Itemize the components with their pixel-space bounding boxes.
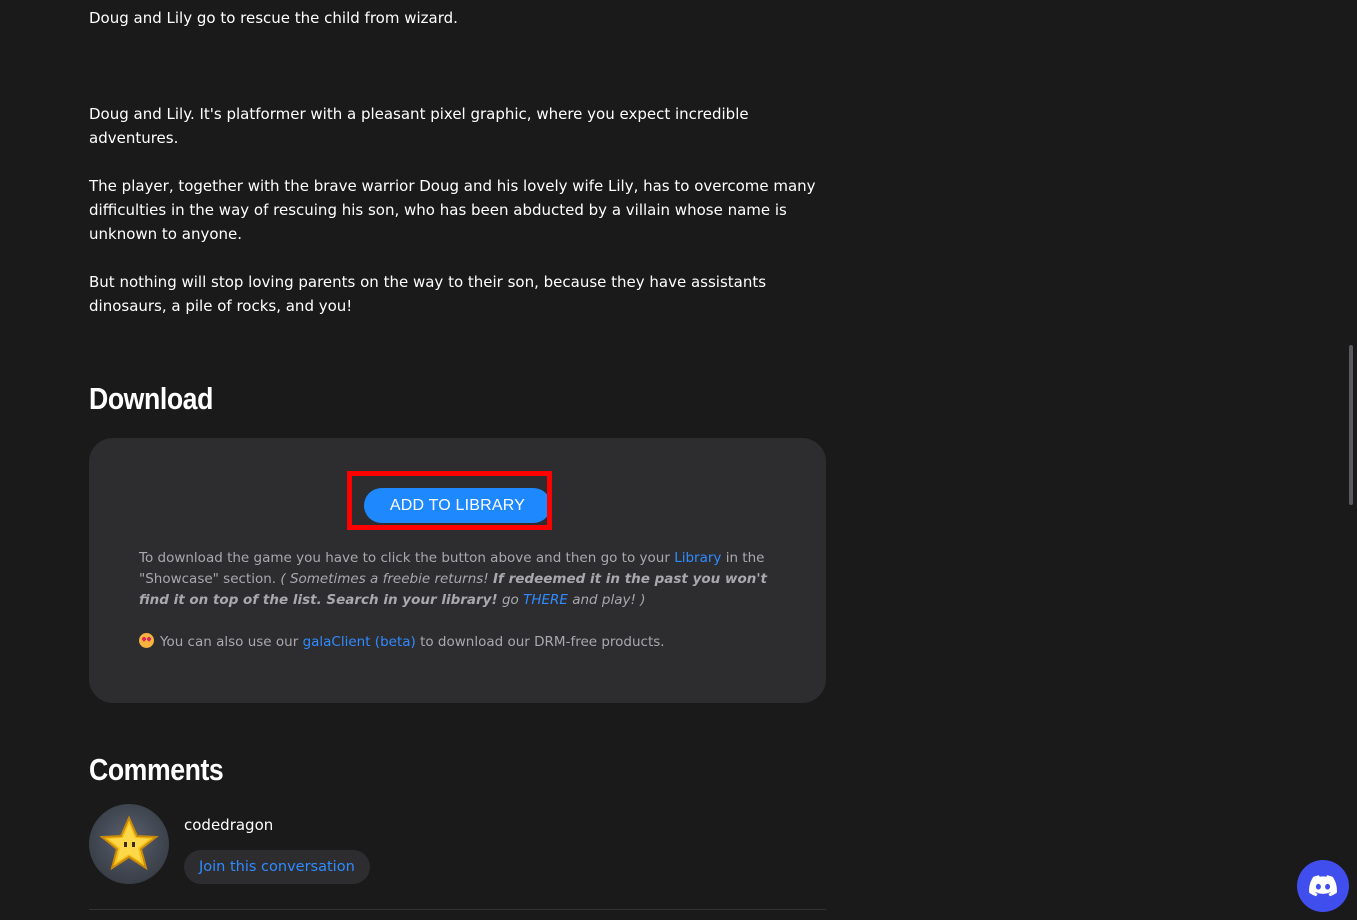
comment-username: codedragon — [184, 816, 274, 834]
join-conversation-button[interactable]: Join this conversation — [184, 850, 370, 884]
comments-heading: Comments — [89, 752, 224, 787]
comment-composer: codedragon Join this conversation — [89, 804, 826, 884]
download-heading: Download — [89, 381, 213, 416]
download-panel: ADD TO LIBRARY To download the game you … — [89, 438, 826, 703]
description-intro: Doug and Lily go to rescue the child fro… — [89, 9, 458, 27]
discord-button[interactable] — [1297, 860, 1349, 912]
description-paragraph: But nothing will stop loving parents on … — [89, 273, 767, 315]
client-info: You can also use our galaClient (beta) t… — [139, 632, 779, 653]
download-instructions: To download the game you have to click t… — [139, 548, 779, 611]
client-text: to download our DRM-free products. — [420, 634, 665, 650]
divider — [89, 909, 826, 910]
there-link[interactable]: THERE — [523, 592, 568, 608]
highlight-annotation-box — [347, 471, 552, 530]
instructions-text: To download the game you have to click t… — [139, 550, 670, 566]
instructions-note: and play! ) — [572, 592, 646, 608]
avatar[interactable] — [89, 804, 169, 884]
client-text: You can also use our — [160, 634, 299, 650]
instructions-note: go — [501, 592, 519, 608]
library-link[interactable]: Library — [674, 550, 721, 566]
game-page: Doug and Lily go to rescue the child fro… — [0, 0, 1357, 920]
description-paragraph: The player, together with the brave warr… — [89, 177, 816, 243]
scrollbar-thumb[interactable] — [1349, 345, 1353, 505]
instructions-note: ( Sometimes a freebie returns! — [280, 571, 489, 587]
discord-icon — [1309, 875, 1337, 897]
description-paragraph: Doug and Lily. It's platformer with a pl… — [89, 105, 749, 147]
gala-client-link[interactable]: galaClient (beta) — [303, 634, 416, 650]
pixel-star-avatar-icon — [99, 815, 159, 871]
star-struck-emoji-icon — [139, 633, 154, 648]
